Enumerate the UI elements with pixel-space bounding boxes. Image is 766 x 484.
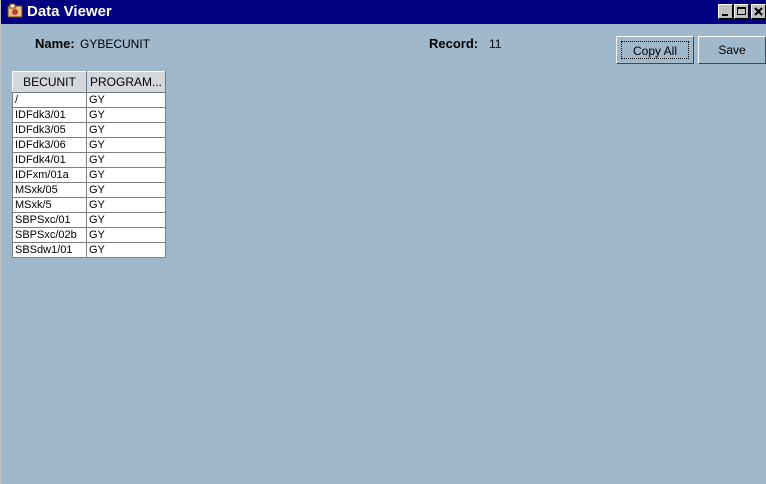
cell-becunit[interactable]: /: [12, 92, 87, 108]
cell-program[interactable]: GY: [85, 167, 167, 183]
table-row[interactable]: MSxk/05 GY: [12, 182, 167, 198]
table-header-row: BECUNIT PROGRAM...: [12, 71, 167, 93]
cell-program[interactable]: GY: [85, 152, 167, 168]
data-viewer-window: Data Viewer Name: GYBECUNIT Record: 11 C…: [0, 0, 766, 484]
cell-becunit[interactable]: IDFdk3/01: [12, 107, 87, 123]
cell-becunit[interactable]: SBPSxc/01: [12, 212, 87, 228]
cell-becunit[interactable]: MSxk/5: [12, 197, 87, 213]
cell-becunit[interactable]: SBPSxc/02b: [12, 227, 87, 243]
app-icon: [7, 3, 23, 19]
minimize-button[interactable]: [718, 4, 733, 19]
copy-all-button[interactable]: Copy All: [616, 36, 694, 64]
table-row[interactable]: IDFdk3/01 GY: [12, 107, 167, 123]
record-count: 11: [489, 37, 502, 51]
table-row[interactable]: IDFdk4/01 GY: [12, 152, 167, 168]
cell-becunit[interactable]: IDFdk3/06: [12, 137, 87, 153]
cell-program[interactable]: GY: [85, 242, 167, 258]
cell-program[interactable]: GY: [85, 197, 167, 213]
table-row[interactable]: / GY: [12, 92, 167, 108]
cell-program[interactable]: GY: [85, 227, 167, 243]
cell-becunit[interactable]: IDFdk3/05: [12, 122, 87, 138]
cell-becunit[interactable]: IDFdk4/01: [12, 152, 87, 168]
table-row[interactable]: SBPSxc/01 GY: [12, 212, 167, 228]
copy-all-label: Copy All: [621, 41, 689, 59]
cell-program[interactable]: GY: [85, 107, 167, 123]
cell-becunit[interactable]: MSxk/05: [12, 182, 87, 198]
window-title: Data Viewer: [27, 3, 112, 20]
cell-becunit[interactable]: SBSdw1/01: [12, 242, 87, 258]
table-row[interactable]: SBSdw1/01 GY: [12, 242, 167, 258]
column-header-becunit[interactable]: BECUNIT: [12, 71, 87, 93]
cell-program[interactable]: GY: [85, 212, 167, 228]
title-bar[interactable]: Data Viewer: [1, 0, 766, 24]
table-row[interactable]: MSxk/5 GY: [12, 197, 167, 213]
table-row[interactable]: IDFdk3/05 GY: [12, 122, 167, 138]
name-value: GYBECUNIT: [80, 37, 151, 51]
data-table: BECUNIT PROGRAM... / GY IDFdk3/01 GY IDFdk…: [12, 71, 167, 258]
close-button[interactable]: [751, 4, 766, 19]
maximize-button[interactable]: [734, 4, 749, 19]
table-row[interactable]: SBPSxc/02b GY: [12, 227, 167, 243]
table-row[interactable]: IDFxm/01a GY: [12, 167, 167, 183]
cell-program[interactable]: GY: [85, 92, 167, 108]
cell-program[interactable]: GY: [85, 122, 167, 138]
column-header-program[interactable]: PROGRAM...: [85, 71, 167, 93]
record-label: Record:: [429, 36, 479, 51]
cell-becunit[interactable]: IDFxm/01a: [12, 167, 87, 183]
cell-program[interactable]: GY: [85, 182, 167, 198]
cell-program[interactable]: GY: [85, 137, 167, 153]
save-button[interactable]: Save: [698, 36, 766, 64]
table-row[interactable]: IDFdk3/06 GY: [12, 137, 167, 153]
name-label: Name:: [35, 36, 75, 51]
